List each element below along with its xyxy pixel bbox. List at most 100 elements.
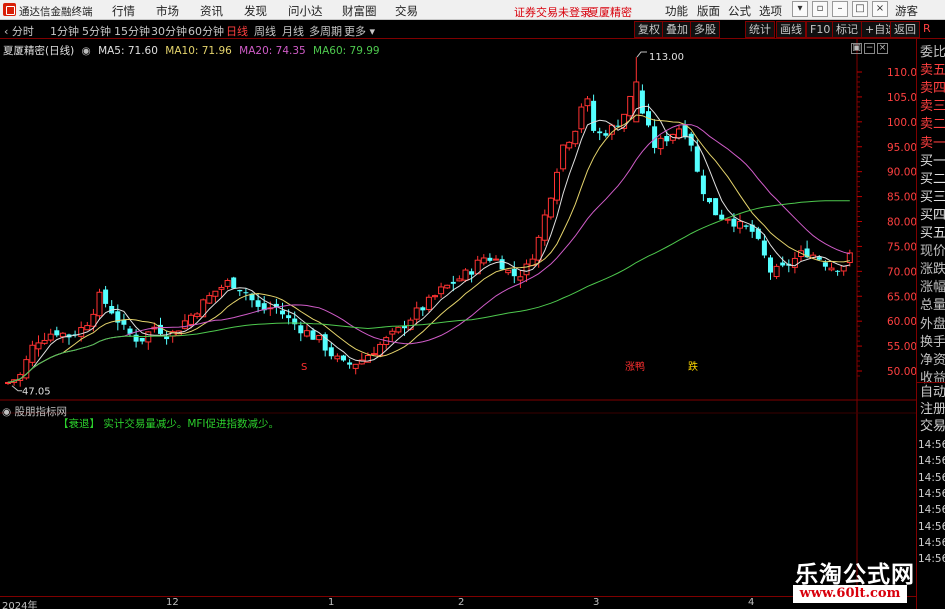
- price-tick-label: 90.00: [887, 167, 916, 179]
- menu-discover[interactable]: 发现: [244, 3, 267, 19]
- menu-assistant[interactable]: 问小达: [288, 3, 323, 19]
- date-label-feb: 2: [458, 597, 465, 608]
- r-toggle-button[interactable]: R: [920, 21, 934, 38]
- current-stock-name: 夏厦精密: [588, 6, 632, 19]
- period-tab-weekly[interactable]: 周线: [254, 23, 276, 39]
- price-tick-label: 50.00: [887, 366, 916, 378]
- mark-button[interactable]: 标记: [832, 21, 862, 38]
- candle-body-down: [761, 240, 767, 256]
- ma10-line: [7, 114, 850, 383]
- guest-user[interactable]: 游客: [895, 3, 918, 19]
- date-label-year: 2024年: [2, 601, 38, 609]
- sidebar-label-14: 总量: [920, 298, 945, 314]
- stats-button[interactable]: 统计: [745, 21, 775, 38]
- period-tab-intraday[interactable]: ‹ 分时: [4, 23, 34, 39]
- menu-dropdown-icon[interactable]: ▾: [792, 1, 808, 17]
- candle-body-up: [535, 236, 542, 261]
- menu-options[interactable]: 选项: [759, 3, 782, 19]
- candle-body-up: [505, 269, 512, 274]
- candle-body-up: [29, 344, 36, 363]
- candle-body-up: [41, 339, 48, 344]
- sidebar-action-2[interactable]: 交易: [920, 419, 945, 434]
- candle-body-up: [5, 381, 11, 384]
- trade-login-warning[interactable]: 证券交易未登录: [514, 4, 591, 20]
- minimize-icon[interactable]: –: [832, 1, 848, 17]
- period-tab-60min[interactable]: 60分钟: [188, 23, 224, 39]
- candle-body-up: [676, 128, 682, 139]
- candle-body-down: [639, 90, 645, 114]
- menu-market[interactable]: 市场: [156, 3, 179, 19]
- close-icon[interactable]: ×: [872, 1, 888, 17]
- restore-icon[interactable]: ▫: [812, 1, 828, 17]
- candle-body-down: [103, 289, 109, 304]
- kline-chart[interactable]: 110.00 105.00 100.00 95.00 90.00 85.00 80.00 75…: [0, 39, 916, 609]
- sidebar-label-5: 卖一: [920, 135, 945, 151]
- ma20-label: MA20: 74.35: [239, 45, 306, 57]
- tick-time-3: 14:56: [918, 487, 945, 500]
- ma60-label: MA60: 79.99: [313, 45, 380, 57]
- candle-body-up: [35, 342, 42, 350]
- sidebar-label-3: 卖三: [920, 99, 945, 115]
- candle-body-up: [572, 130, 579, 145]
- sidebar-label-10: 买五: [920, 226, 945, 241]
- price-tick-label: 70.00: [887, 266, 916, 278]
- candle-body-up: [84, 325, 91, 331]
- menu-trade[interactable]: 交易: [395, 3, 418, 19]
- candle-body-up: [206, 295, 213, 304]
- overlay-button[interactable]: 叠加: [662, 21, 692, 38]
- chart-settings-icon[interactable]: ▣: [851, 43, 862, 54]
- sidebar-label-4: 卖二: [920, 117, 945, 133]
- date-axis: 2024年 12 1 2 3 4: [0, 596, 916, 609]
- indicator-toggle-icon[interactable]: ◉: [2, 406, 11, 418]
- ma10-label: MA10: 71.96: [165, 45, 232, 57]
- candle-body-up: [828, 267, 835, 271]
- signal-marker-down: 跌: [688, 360, 698, 373]
- draw-line-button[interactable]: 画线: [776, 21, 806, 38]
- period-tab-30min[interactable]: 30分钟: [151, 23, 187, 39]
- f10-button[interactable]: F10: [806, 21, 835, 38]
- indicator-signal-text: 【衰退】 实计交易量减少。MFI促进指数减少。: [58, 418, 280, 430]
- sidebar-label-0: 委比: [920, 45, 945, 60]
- multi-stock-button[interactable]: 多股: [690, 21, 720, 38]
- candle-body-up: [517, 276, 524, 281]
- chart-close-icon[interactable]: ×: [877, 43, 888, 54]
- menu-news[interactable]: 资讯: [200, 3, 223, 19]
- sidebar-action-0[interactable]: 自动: [920, 385, 945, 400]
- period-tab-multi[interactable]: 多周期: [309, 23, 342, 39]
- candle-body-down: [420, 307, 426, 311]
- chart-minus-icon[interactable]: −: [864, 43, 875, 54]
- period-tab-15min[interactable]: 15分钟: [114, 23, 150, 39]
- maximize-icon[interactable]: □: [852, 1, 868, 17]
- period-tab-5min[interactable]: 5分钟: [82, 23, 111, 39]
- candle-body-down: [341, 355, 346, 361]
- back-button[interactable]: 返回: [890, 21, 920, 38]
- menu-formula[interactable]: 公式: [728, 3, 751, 19]
- candle-body-up: [188, 314, 194, 325]
- price-tick-label: 110.00: [887, 67, 916, 79]
- period-tab-daily[interactable]: 日线: [226, 23, 248, 39]
- candle-body-up: [212, 290, 219, 297]
- ma-toggle-icon[interactable]: ◉: [82, 45, 91, 57]
- period-tab-1min[interactable]: 1分钟: [50, 23, 79, 39]
- candle-body-down: [743, 225, 749, 227]
- ma-legend: 夏厦精密(日线) ◉ MA5: 71.60 MA10: 71.96 MA20: …: [3, 43, 384, 58]
- candle-body-down: [450, 281, 456, 284]
- period-tab-monthly[interactable]: 月线: [282, 23, 304, 39]
- menu-layout[interactable]: 版面: [697, 3, 720, 19]
- menu-functions[interactable]: 功能: [665, 3, 688, 19]
- menu-wealth[interactable]: 财富圈: [342, 3, 377, 19]
- sidebar-action-1[interactable]: 注册: [920, 402, 945, 417]
- price-tick-label: 55.00: [887, 341, 916, 353]
- tick-time-1: 14:56: [918, 455, 945, 468]
- price-tick-label: 85.00: [887, 192, 916, 204]
- menu-quotes[interactable]: 行情: [112, 3, 135, 19]
- candle-body-up: [303, 330, 310, 337]
- candle-body-down: [694, 146, 700, 172]
- adjust-button[interactable]: 复权: [634, 21, 664, 38]
- candle-body-down: [499, 259, 505, 270]
- app-title: 通达信金融终端: [19, 6, 93, 18]
- candle-body-down: [511, 268, 517, 277]
- period-tab-more[interactable]: 更多 ▾: [344, 23, 375, 39]
- candle-body-down: [469, 271, 475, 275]
- sidebar-label-12: 涨跌: [920, 262, 945, 278]
